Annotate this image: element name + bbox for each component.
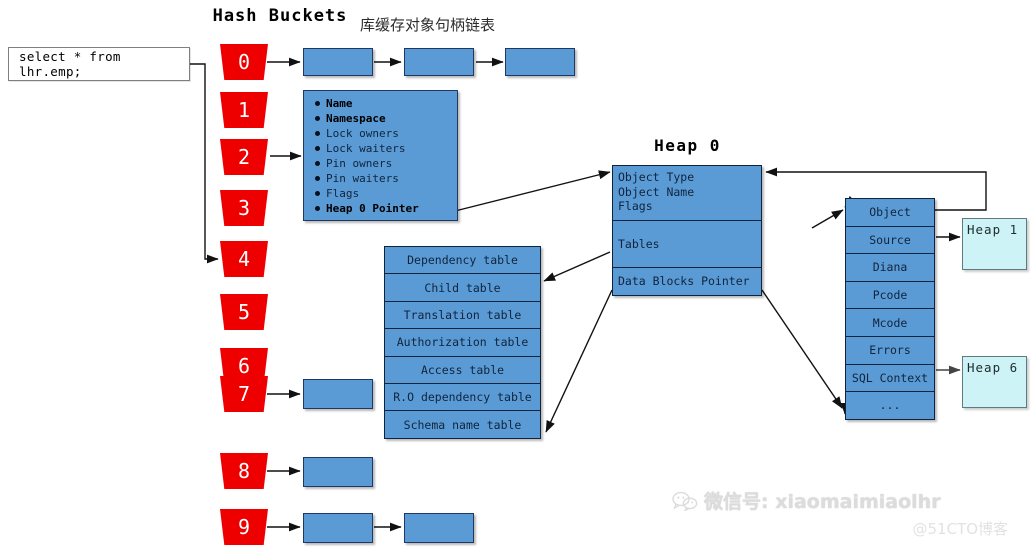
chain-box-0-3 bbox=[505, 48, 575, 76]
hash-bucket-label: 8 bbox=[237, 459, 251, 483]
handle-item-lock-owners: Lock owners bbox=[315, 126, 453, 141]
table-row: R.O dependency table bbox=[385, 384, 540, 412]
hash-bucket-label: 7 bbox=[237, 382, 251, 406]
hash-bucket-label: 6 bbox=[237, 354, 251, 378]
hash-bucket-label: 3 bbox=[237, 196, 251, 220]
heap-1-box: Heap 1 bbox=[962, 218, 1027, 270]
hash-bucket-8[interactable]: 8 bbox=[220, 453, 268, 489]
hash-bucket-3[interactable]: 3 bbox=[220, 190, 268, 226]
heap0-header-segment: Object Type Object Name Flags bbox=[613, 166, 761, 221]
object-stack: Object Source Diana Pcode Mcode Errors S… bbox=[845, 198, 935, 420]
hash-bucket-5[interactable]: 5 bbox=[220, 294, 268, 330]
chain-box-0-2 bbox=[404, 48, 474, 76]
heap0-object-name: Object Name bbox=[618, 184, 695, 199]
hash-bucket-0[interactable]: 0 bbox=[220, 44, 268, 80]
hash-buckets-title: Hash Buckets bbox=[212, 6, 348, 26]
watermark-main-line: 微信号: xiaomaimiaolhr bbox=[672, 487, 1012, 514]
chain-box-9-1 bbox=[303, 513, 373, 543]
handle-item-namespace: Namespace bbox=[315, 111, 453, 126]
heap0-flags: Flags bbox=[618, 199, 653, 213]
heap0-box: Object Type Object Name Flags Tables Dat… bbox=[612, 165, 762, 296]
table-row: Access table bbox=[385, 357, 540, 384]
object-stack-row: Errors bbox=[846, 337, 934, 365]
object-handle-box: Name Namespace Lock owners Lock waiters … bbox=[303, 90, 458, 221]
hash-bucket-1[interactable]: 1 bbox=[220, 92, 268, 128]
heap0-object-type: Object Type bbox=[618, 170, 695, 184]
heap-6-label: Heap 6 bbox=[967, 360, 1019, 375]
chain-box-0-1 bbox=[303, 48, 373, 76]
hash-bucket-label: 2 bbox=[237, 145, 251, 169]
chain-box-7-1 bbox=[303, 379, 373, 409]
object-stack-row: Mcode bbox=[846, 309, 934, 337]
heap-6-box: Heap 6 bbox=[962, 356, 1027, 408]
object-stack-row: Diana bbox=[846, 254, 934, 282]
object-stack-row: Object bbox=[846, 199, 934, 227]
handle-item-name: Name bbox=[315, 96, 453, 111]
handle-item-lock-waiters: Lock waiters bbox=[315, 141, 453, 156]
table-row: Child table bbox=[385, 274, 540, 302]
diagram-canvas: Hash Buckets 库缓存对象句柄链表 Heap 0 select * f… bbox=[0, 0, 1033, 553]
hash-bucket-2[interactable]: 2 bbox=[220, 139, 268, 175]
object-stack-row: SQL Context bbox=[846, 365, 934, 393]
hash-bucket-label: 9 bbox=[237, 515, 251, 539]
table-row: Authorization table bbox=[385, 329, 540, 357]
sql-statement-box: select * from lhr.emp; bbox=[8, 47, 190, 81]
chinese-caption: 库缓存对象句柄链表 bbox=[360, 16, 496, 34]
heap0-data-blocks-segment: Data Blocks Pointer bbox=[618, 274, 750, 289]
hash-bucket-label: 0 bbox=[237, 50, 251, 74]
table-row: Translation table bbox=[385, 302, 540, 330]
handle-item-pin-waiters: Pin waiters bbox=[315, 171, 453, 186]
wechat-icon bbox=[672, 491, 698, 511]
heap-1-label: Heap 1 bbox=[967, 222, 1019, 237]
handle-item-flags: Flags bbox=[315, 186, 453, 201]
sql-statement-text: select * from lhr.emp; bbox=[19, 49, 121, 79]
watermark-source: @51CTO博客 bbox=[912, 520, 1008, 538]
table-row: Schema name table bbox=[403, 417, 522, 432]
hash-bucket-9[interactable]: 9 bbox=[220, 509, 268, 545]
object-stack-row: Pcode bbox=[846, 282, 934, 310]
watermark-text: 微信号: xiaomaimiaolhr bbox=[704, 491, 941, 513]
handle-item-pin-owners: Pin owners bbox=[315, 156, 453, 171]
object-stack-row: ... bbox=[879, 398, 901, 413]
watermark: 微信号: xiaomaimiaolhr @51CTO博客 bbox=[672, 487, 1012, 549]
hash-bucket-label: 5 bbox=[237, 300, 251, 324]
tables-stack: Dependency table Child table Translation… bbox=[384, 246, 541, 439]
heap0-tables-segment: Tables bbox=[613, 221, 761, 268]
object-handle-list: Name Namespace Lock owners Lock waiters … bbox=[312, 96, 453, 216]
hash-bucket-label: 4 bbox=[237, 247, 251, 271]
hash-bucket-7[interactable]: 7 bbox=[220, 376, 268, 412]
object-stack-row: Source bbox=[846, 227, 934, 255]
chain-box-9-2 bbox=[404, 513, 474, 543]
heap0-title: Heap 0 bbox=[654, 136, 721, 155]
handle-item-heap0-pointer: Heap 0 Pointer bbox=[315, 201, 453, 216]
hash-bucket-label: 1 bbox=[237, 98, 251, 122]
table-row: Dependency table bbox=[385, 247, 540, 275]
hash-bucket-4[interactable]: 4 bbox=[220, 241, 268, 277]
chain-box-8-1 bbox=[303, 457, 373, 487]
